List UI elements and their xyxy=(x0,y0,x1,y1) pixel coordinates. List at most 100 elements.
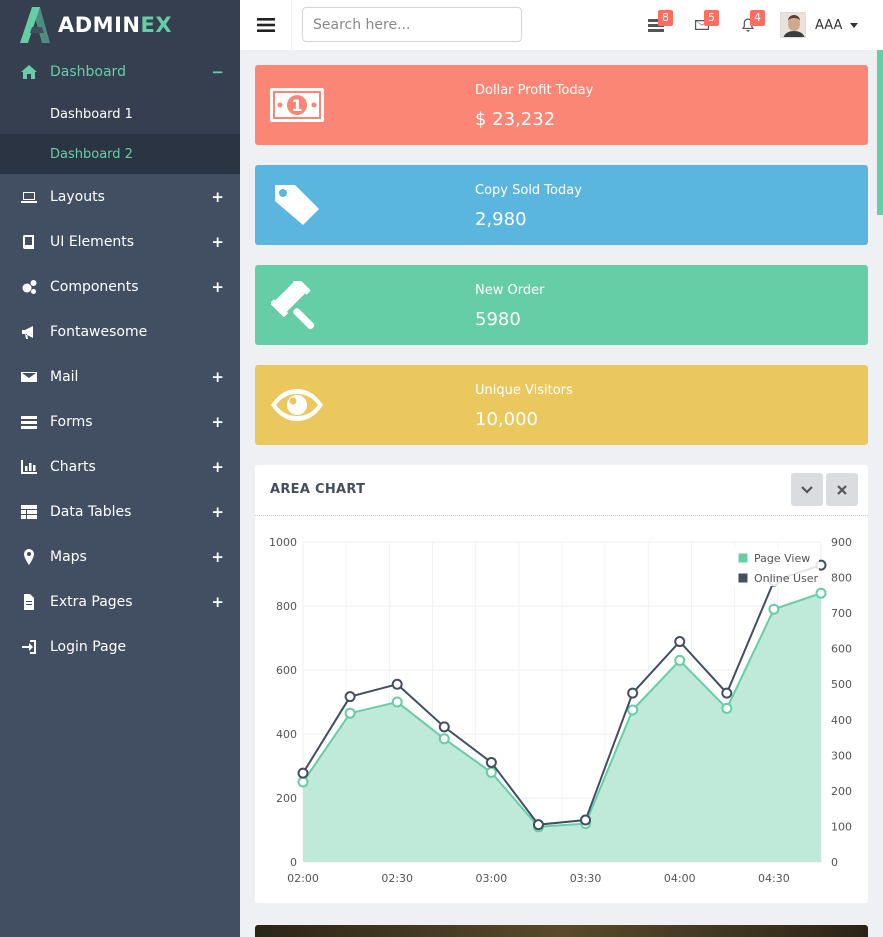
sidebar-item-login-page[interactable]: Login Page xyxy=(0,624,240,669)
chart-legend: Page View Online User xyxy=(733,548,819,586)
notifications-button[interactable]: 4 xyxy=(740,10,766,37)
data-point[interactable] xyxy=(627,704,639,716)
money-icon: 1 xyxy=(269,83,325,127)
data-point[interactable] xyxy=(297,776,309,788)
expand-toggle-icon[interactable]: − xyxy=(211,63,224,81)
data-point[interactable] xyxy=(344,707,356,719)
legend-label: Online User xyxy=(754,572,819,585)
stat-card-orders: New Order 5980 xyxy=(255,265,868,345)
brand-name: ADMINEX xyxy=(58,13,173,37)
y-right-tick-label: 900 xyxy=(831,536,852,549)
data-point[interactable] xyxy=(768,603,780,615)
data-point[interactable] xyxy=(391,696,403,708)
y-left-tick-label: 600 xyxy=(276,664,297,677)
tasks-icon xyxy=(20,413,38,431)
sidebar-item-dashboard[interactable]: Dashboard − xyxy=(0,50,240,94)
user-menu[interactable]: AAA xyxy=(780,12,859,38)
data-point[interactable] xyxy=(391,678,403,690)
sidebar-item-data-tables[interactable]: Data Tables + xyxy=(0,489,240,534)
stat-label: Copy Sold Today xyxy=(475,183,582,198)
stat-value: 5980 xyxy=(475,309,521,330)
data-point[interactable] xyxy=(627,687,639,699)
laptop-icon xyxy=(20,188,38,206)
menu-toggle-button[interactable] xyxy=(240,0,292,50)
data-point[interactable] xyxy=(438,733,450,745)
data-point[interactable] xyxy=(438,721,450,733)
sidebar-item-label: Maps xyxy=(50,548,87,565)
logo-mark-icon xyxy=(18,5,52,45)
y-right-tick-label: 100 xyxy=(831,820,852,833)
sidebar-item-extra-pages[interactable]: Extra Pages + xyxy=(0,579,240,624)
svg-text:1: 1 xyxy=(291,96,302,115)
sidebar-item-label: Login Page xyxy=(50,638,127,655)
file-icon xyxy=(20,593,38,611)
data-point[interactable] xyxy=(485,766,497,778)
tasks-button[interactable]: 8 xyxy=(648,10,674,37)
sign-in-icon xyxy=(20,638,38,656)
envelope-icon xyxy=(20,368,38,386)
collapse-button[interactable] xyxy=(791,473,823,506)
y-left-tick-label: 0 xyxy=(290,856,297,869)
user-name: AAA xyxy=(815,17,843,33)
sidebar-item-maps[interactable]: Maps + xyxy=(0,534,240,579)
data-point[interactable] xyxy=(815,587,827,599)
x-tick-label: 04:30 xyxy=(758,872,790,885)
expand-toggle-icon[interactable]: + xyxy=(211,548,224,566)
data-point[interactable] xyxy=(485,756,497,768)
sidebar-item-mail[interactable]: Mail + xyxy=(0,354,240,399)
y-right-tick-label: 700 xyxy=(831,607,852,620)
panel-title: AREA CHART xyxy=(270,482,366,497)
data-point[interactable] xyxy=(674,654,686,666)
data-point[interactable] xyxy=(721,702,733,714)
map-marker-icon xyxy=(20,548,38,566)
eye-icon xyxy=(269,383,325,427)
expand-toggle-icon[interactable]: + xyxy=(211,278,224,296)
stat-label: Dollar Profit Today xyxy=(475,83,594,98)
x-tick-label: 02:00 xyxy=(287,872,319,885)
data-point[interactable] xyxy=(674,636,686,648)
sidebar-item-label: Components xyxy=(50,278,139,295)
stat-value: $ 23,232 xyxy=(475,109,556,130)
y-right-tick-label: 200 xyxy=(831,785,852,798)
sidebar-nav: Dashboard − Dashboard 1 Dashboard 2 Layouts +… xyxy=(0,50,240,669)
data-point[interactable] xyxy=(344,691,356,703)
expand-toggle-icon[interactable]: + xyxy=(211,188,224,206)
home-icon xyxy=(20,63,38,81)
sidebar-item-charts[interactable]: Charts + xyxy=(0,444,240,489)
expand-toggle-icon[interactable]: + xyxy=(211,413,224,431)
book-icon xyxy=(20,233,38,251)
stat-card-profit: 1 Dollar Profit Today $ 23,232 xyxy=(255,65,868,145)
sidebar-item-fontawesome[interactable]: Fontawesome xyxy=(0,309,240,354)
mail-badge: 5 xyxy=(704,10,719,26)
expand-toggle-icon[interactable]: + xyxy=(211,593,224,611)
expand-toggle-icon[interactable]: + xyxy=(211,458,224,476)
sidebar-item-label: Charts xyxy=(50,458,96,475)
search-input[interactable] xyxy=(302,7,522,42)
data-point[interactable] xyxy=(721,687,733,699)
expand-toggle-icon[interactable]: + xyxy=(211,233,224,251)
sidebar-item-forms[interactable]: Forms + xyxy=(0,399,240,444)
area-chart-panel: AREA CHART 0 200 400 600 800 1000 0 100 200 300 40… xyxy=(255,465,868,903)
notifications-badge: 4 xyxy=(750,10,765,26)
brand-logo[interactable]: ADMINEX xyxy=(0,0,240,50)
scrollbar-thumb[interactable] xyxy=(877,50,883,215)
sidebar-item-ui-elements[interactable]: UI Elements + xyxy=(0,219,240,264)
stat-value: 2,980 xyxy=(475,209,527,230)
sidebar-item-label: Fontawesome xyxy=(50,323,148,340)
submenu-item[interactable]: Dashboard 2 xyxy=(0,134,240,174)
avatar xyxy=(780,12,806,38)
gavel-icon xyxy=(269,281,325,329)
table-icon xyxy=(20,503,38,521)
submenu-item[interactable]: Dashboard 1 xyxy=(0,94,240,134)
x-tick-label: 04:00 xyxy=(664,872,696,885)
expand-toggle-icon[interactable]: + xyxy=(211,503,224,521)
close-button[interactable] xyxy=(826,473,858,506)
expand-toggle-icon[interactable]: + xyxy=(211,368,224,386)
mail-button[interactable]: 5 xyxy=(694,10,720,37)
stat-value: 10,000 xyxy=(475,409,538,430)
data-point[interactable] xyxy=(297,767,309,779)
data-point[interactable] xyxy=(532,819,544,831)
sidebar-item-layouts[interactable]: Layouts + xyxy=(0,174,240,219)
data-point[interactable] xyxy=(580,814,592,826)
sidebar-item-components[interactable]: Components + xyxy=(0,264,240,309)
